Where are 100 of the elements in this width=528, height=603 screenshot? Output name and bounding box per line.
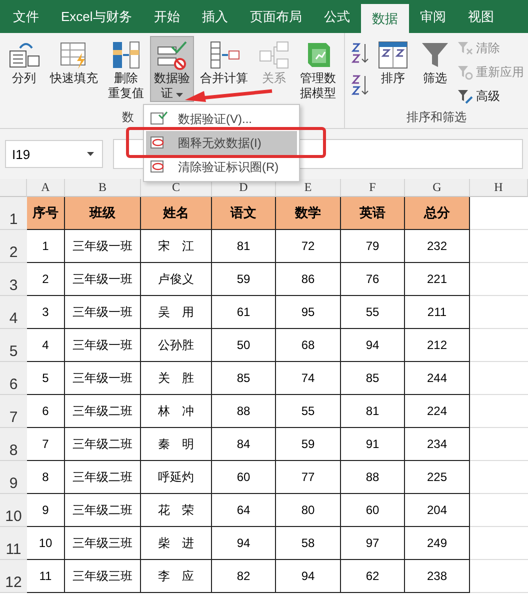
ribbon-tab[interactable]: 公式	[312, 0, 361, 33]
table-cell: 8	[27, 461, 65, 494]
ribbon-button[interactable]: 筛选	[415, 36, 455, 87]
table-cell: 柴 进	[141, 527, 212, 560]
sort-ascending-icon[interactable]	[351, 42, 369, 64]
ribbon-button[interactable]: 合并计算	[196, 36, 252, 87]
row-header[interactable]: 9	[0, 461, 27, 494]
column-header[interactable]: E	[276, 179, 341, 197]
ribbon-tab[interactable]: 开始	[142, 0, 191, 33]
row-header[interactable]: 4	[0, 296, 27, 329]
ribbon-tab[interactable]: 插入	[190, 0, 239, 33]
table-cell: 11	[27, 560, 65, 593]
table-cell: 61	[212, 296, 276, 329]
sort-icon	[377, 39, 409, 71]
table-cell: 59	[276, 428, 341, 461]
row-header[interactable]: 1	[0, 197, 27, 230]
table-cell: 64	[212, 494, 276, 527]
table-cell: 55	[276, 395, 341, 428]
column-header[interactable]: A	[27, 179, 65, 197]
row-header[interactable]: 5	[0, 329, 27, 362]
ribbon-tab[interactable]: 页面布局	[238, 0, 313, 33]
table-cell: 86	[276, 263, 341, 296]
ribbon-tab[interactable]: Excel与财务	[50, 0, 143, 33]
column-header[interactable]: G	[405, 179, 470, 197]
table-cell: 94	[276, 560, 341, 593]
ribbon-tab[interactable]: 视图	[456, 0, 505, 33]
table-cell: 5	[27, 362, 65, 395]
ribbon-button[interactable]: 管理数 据模型	[296, 36, 340, 102]
table-cell: 三年级三班	[65, 560, 141, 593]
table-cell: 60	[341, 494, 405, 527]
table-cell: 4	[27, 329, 65, 362]
header-cell: 姓名	[141, 197, 212, 230]
table-cell: 68	[276, 329, 341, 362]
table-cell: 三年级一班	[65, 296, 141, 329]
row-header[interactable]: 11	[0, 527, 27, 560]
table-cell: 李 应	[141, 560, 212, 593]
table-cell: 三年级一班	[65, 263, 141, 296]
row-header[interactable]: 12	[0, 560, 27, 593]
header-cell: 序号	[27, 197, 65, 230]
ribbon-button[interactable]: 快速填充	[46, 36, 102, 87]
table-cell: 三年级一班	[65, 329, 141, 362]
table-cell: 关 胜	[141, 362, 212, 395]
table-cell: 秦 明	[141, 428, 212, 461]
table-cell: 79	[341, 230, 405, 263]
table-cell: 3	[27, 296, 65, 329]
table-cell: 85	[212, 362, 276, 395]
table-cell: 249	[405, 527, 470, 560]
table-cell: 62	[341, 560, 405, 593]
table-cell: 232	[405, 230, 470, 263]
table-cell: 55	[341, 296, 405, 329]
row-header[interactable]: 10	[0, 494, 27, 527]
table-cell: 58	[276, 527, 341, 560]
remove-duplicates-icon	[110, 39, 142, 71]
table-cell: 7	[27, 428, 65, 461]
table-cell: 77	[276, 461, 341, 494]
caret-icon	[87, 152, 94, 156]
column-header[interactable]: H	[470, 179, 528, 197]
row-header[interactable]: 7	[0, 395, 27, 428]
ribbon-tab[interactable]: 文件	[2, 0, 50, 33]
table-cell: 238	[405, 560, 470, 593]
table-cell: 204	[405, 494, 470, 527]
table-cell: 81	[341, 395, 405, 428]
table-cell: 1	[27, 230, 65, 263]
name-box[interactable]: I19	[5, 140, 103, 168]
ribbon-tab[interactable]: 数据	[360, 4, 409, 33]
table-cell: 212	[405, 329, 470, 362]
row-header[interactable]: 3	[0, 263, 27, 296]
row-header[interactable]: 6	[0, 362, 27, 395]
ribbon-tab[interactable]: 审阅	[408, 0, 457, 33]
table-cell: 234	[405, 428, 470, 461]
table-cell: 72	[276, 230, 341, 263]
table-cell: 74	[276, 362, 341, 395]
ribbon-button[interactable]: 高级	[457, 86, 524, 106]
table-cell: 221	[405, 263, 470, 296]
menu-item[interactable]: 数据验证(V)...	[146, 107, 297, 131]
table-cell: 50	[212, 329, 276, 362]
table-cell: 224	[405, 395, 470, 428]
ribbon-button[interactable]: 删除 重复值	[104, 36, 148, 102]
table-cell: 10	[27, 527, 65, 560]
header-cell: 数学	[276, 197, 341, 230]
table-cell: 三年级二班	[65, 395, 141, 428]
sort-descending-icon[interactable]	[351, 74, 369, 96]
dropdown-button[interactable]: 数据验 证	[150, 36, 194, 102]
table-cell: 三年级一班	[65, 362, 141, 395]
row-header[interactable]: 2	[0, 230, 27, 263]
header-cell: 英语	[341, 197, 405, 230]
table-cell: 花 荣	[141, 494, 212, 527]
column-header[interactable]: B	[65, 179, 141, 197]
table-cell: 卢俊义	[141, 263, 212, 296]
ribbon-button[interactable]: 排序	[373, 36, 413, 87]
column-header[interactable]: F	[341, 179, 405, 197]
table-cell: 呼延灼	[141, 461, 212, 494]
ribbon-button[interactable]: 分列	[4, 36, 44, 87]
menu-item[interactable]: 圈释无效数据(I)	[146, 131, 297, 155]
data-validation-icon	[150, 111, 168, 127]
table-cell: 2	[27, 263, 65, 296]
group-label: 排序和筛选	[406, 109, 466, 126]
row-header[interactable]: 8	[0, 428, 27, 461]
menu-item[interactable]: 清除验证标识圈(R)	[146, 155, 297, 179]
table-cell: 三年级二班	[65, 494, 141, 527]
